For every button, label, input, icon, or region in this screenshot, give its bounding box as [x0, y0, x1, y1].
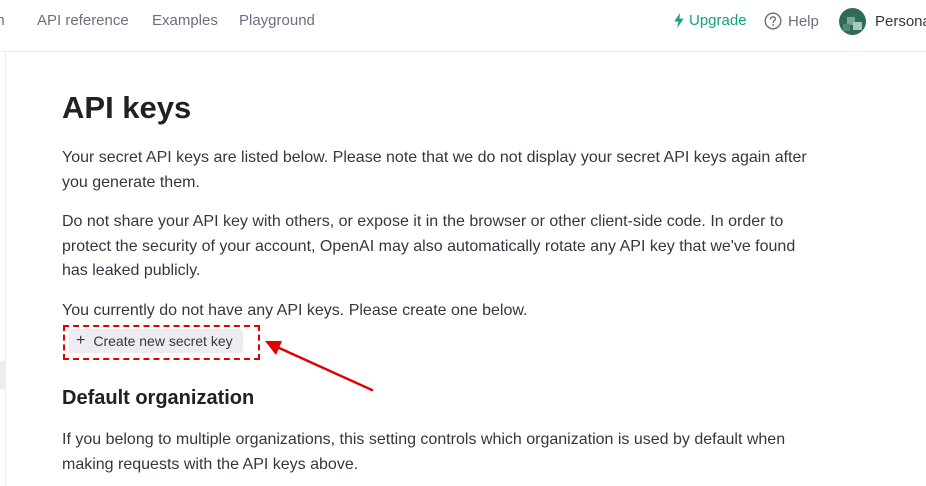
create-secret-key-label: Create new secret key: [93, 333, 233, 349]
upgrade-label: Upgrade: [689, 12, 747, 29]
sidebar: [0, 52, 6, 486]
account-label: Personal: [875, 13, 926, 30]
nav-api-reference-link[interactable]: API reference: [37, 12, 129, 29]
avatar: [839, 8, 866, 35]
warning-paragraph: Do not share your API key with others, o…: [62, 213, 796, 279]
nav-playground-link[interactable]: Playground: [239, 12, 315, 29]
account-menu[interactable]: Personal: [839, 8, 926, 35]
default-organization-heading: Default organization: [62, 387, 255, 409]
help-link[interactable]: Help: [764, 12, 819, 30]
page-title: API keys: [62, 90, 192, 125]
nav-docs-link[interactable]: on: [0, 12, 5, 29]
question-circle-icon: [764, 12, 782, 30]
nav-examples-link[interactable]: Examples: [152, 12, 218, 29]
default-organization-description: If you belong to multiple organizations,…: [62, 431, 786, 473]
top-navigation-bar: on API reference Examples Playground Upg…: [0, 0, 926, 52]
lightning-bolt-icon: [674, 13, 684, 28]
upgrade-link[interactable]: Upgrade: [673, 12, 747, 29]
create-secret-key-button[interactable]: + Create new secret key: [69, 329, 243, 353]
empty-state-text: You currently do not have any API keys. …: [62, 302, 528, 319]
sidebar-active-item[interactable]: [0, 361, 5, 389]
help-label: Help: [788, 12, 819, 30]
annotation-arrow: [265, 341, 374, 392]
intro-paragraph: Your secret API keys are listed below. P…: [62, 149, 807, 191]
plus-icon: +: [76, 332, 86, 349]
